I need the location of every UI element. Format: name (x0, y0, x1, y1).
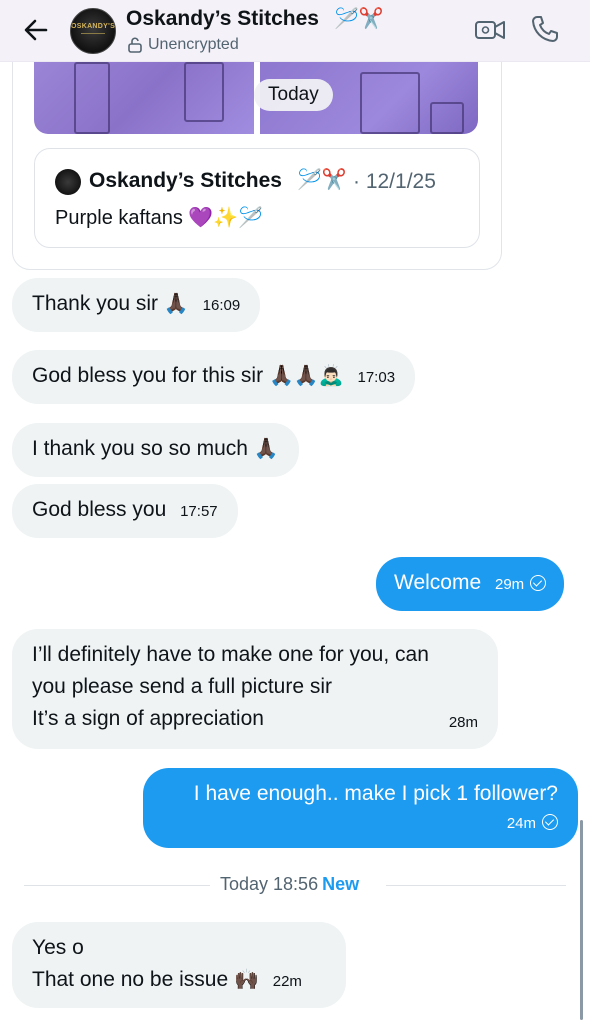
message-time: 17:57 (180, 503, 218, 520)
date-pill: Today (254, 79, 333, 111)
message-time: 16:09 (202, 297, 241, 314)
message-text: God bless you (32, 498, 167, 521)
message-bubble[interactable]: I’ll definitely have to make one for you… (12, 629, 498, 749)
quoted-post[interactable]: Oskandy’s Stitches 🪡✂️ · 12/1/25 Purple … (34, 148, 480, 248)
message-time: 17:03 (357, 369, 396, 386)
read-check-icon (542, 814, 558, 830)
scrollbar[interactable] (580, 820, 583, 1020)
avatar-logo-text: OSKANDY'S (71, 23, 116, 30)
message-time: 28m (448, 714, 478, 731)
message-bubble-sent[interactable]: I have enough.. make I pick 1 follower? … (143, 768, 578, 848)
message-text: I thank you so so much (32, 437, 248, 460)
message-emoji: 🙏🏿🙏🏿🙇🏻‍♂️ (268, 365, 344, 387)
new-label: New (322, 874, 360, 894)
message-text: I have enough.. make I pick 1 follower? (193, 782, 558, 805)
message-time: 24m (506, 815, 536, 832)
back-arrow-icon[interactable] (20, 14, 52, 46)
chat-header: OSKANDY'S Oskandy’s Stitches 🪡✂️ Unencry… (0, 0, 590, 62)
message-emoji: 🙌🏿 (233, 969, 259, 991)
read-check-icon (530, 575, 547, 591)
quoted-author-emoji: 🪡✂️ (297, 169, 347, 191)
message-bubble[interactable]: I thank you so so much 🙏🏿 (12, 423, 299, 477)
quoted-author-name: Oskandy’s Stitches (89, 169, 282, 192)
avatar[interactable]: OSKANDY'S (70, 8, 116, 54)
message-line: It’s a sign of appreciation (32, 707, 264, 730)
encryption-status-label: Unencrypted (148, 36, 239, 53)
message-line: I’ll definitely have to make one for you… (32, 643, 429, 666)
conversation-title[interactable]: Oskandy’s Stitches (126, 7, 319, 31)
message-line: That one no be issue (32, 968, 229, 991)
post-image-1[interactable] (34, 62, 254, 134)
message-text: Thank you sir (32, 292, 159, 315)
message-text: Welcome (394, 571, 482, 594)
message-line: you please send a full picture sir (32, 675, 332, 698)
message-bubble[interactable]: Thank you sir 🙏🏿 16:09 (12, 278, 261, 332)
message-line: Yes o (32, 936, 84, 959)
video-call-icon[interactable] (474, 16, 506, 44)
message-bubble[interactable]: God bless you for this sir 🙏🏿🙏🏿🙇🏻‍♂️ 17:… (12, 350, 416, 404)
encryption-status: Unencrypted (128, 36, 239, 54)
message-time: 22m (272, 973, 302, 990)
divider-timestamp: Today 18:56 (220, 874, 319, 894)
message-time: 29m (494, 576, 525, 593)
message-emoji: 🙏🏿 (163, 293, 189, 315)
unlocked-icon (128, 37, 142, 53)
message-emoji: 🙏🏿 (253, 438, 279, 460)
quoted-post-date: · 12/1/25 (353, 170, 436, 193)
phone-call-icon[interactable] (530, 14, 560, 44)
message-bubble[interactable]: God bless you 17:57 (12, 484, 238, 538)
new-messages-divider: Today 18:56 New (24, 874, 566, 896)
message-bubble[interactable]: Yes o That one no be issue 🙌🏿 22m (12, 922, 346, 1008)
quoted-author-avatar (55, 169, 81, 195)
message-bubble-sent[interactable]: Welcome 29m (376, 557, 565, 611)
message-text: God bless you for this sir (32, 364, 264, 387)
quoted-post-text: Purple kaftans 💜✨🪡 (55, 207, 264, 229)
title-emoji: 🪡✂️ (334, 8, 384, 30)
